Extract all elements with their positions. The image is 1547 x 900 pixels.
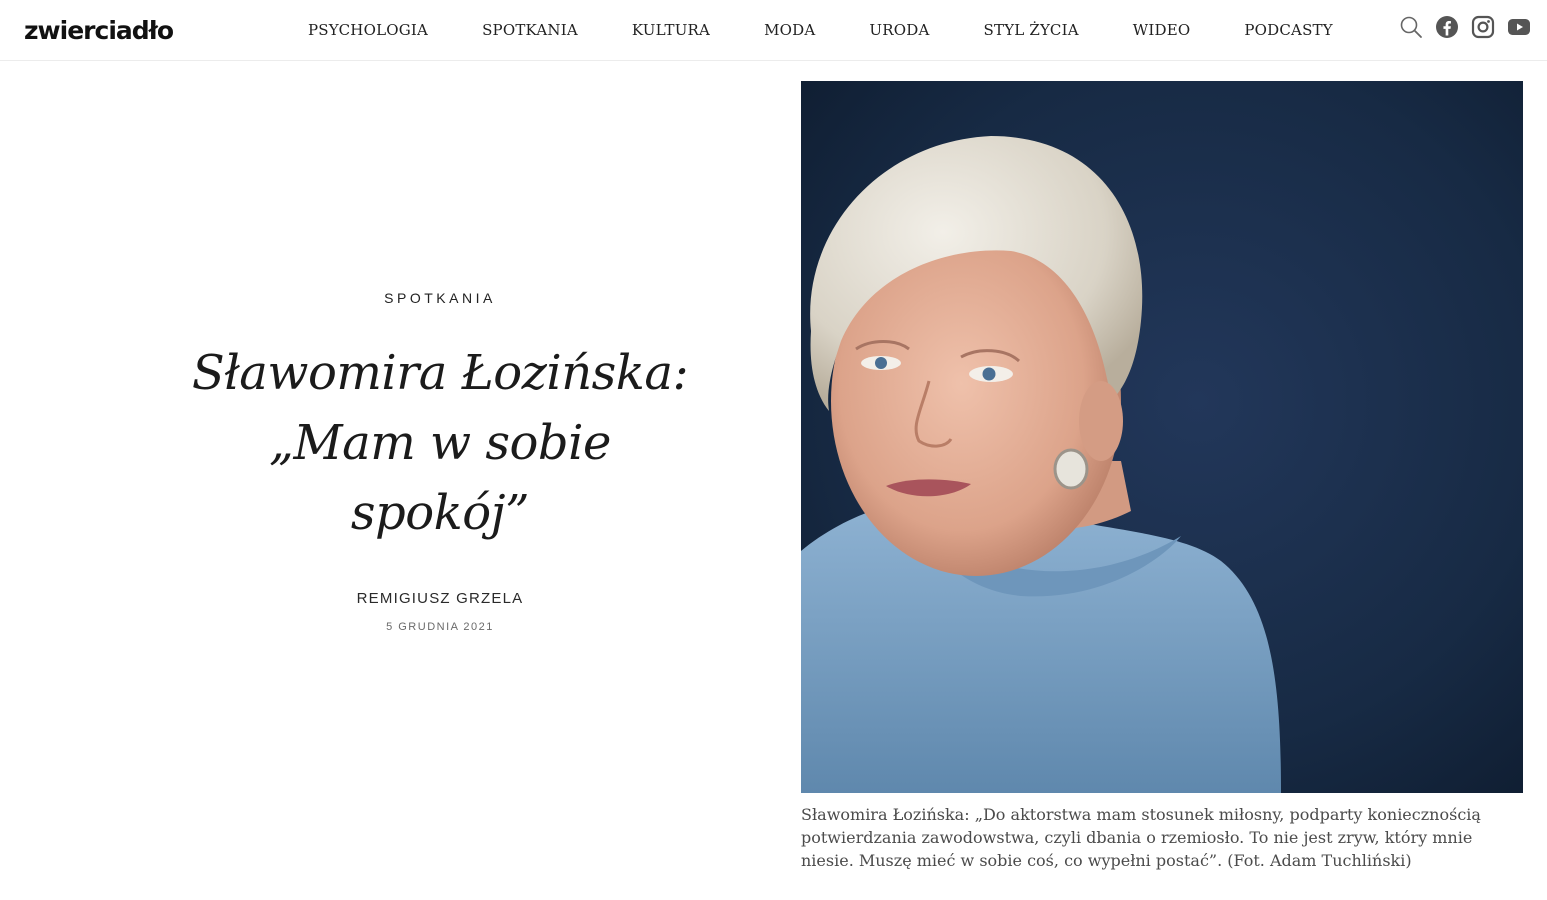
nav-item-styl-zycia[interactable]: STYL ŻYCIA <box>957 0 1106 61</box>
article-title: Sławomira Łozińska: „Mam w sobie spokój” <box>160 338 720 548</box>
nav-item-kultura[interactable]: KULTURA <box>605 0 737 61</box>
article-intro: SPOTKANIA Sławomira Łozińska: „Mam w sob… <box>160 270 720 633</box>
photo-caption: Sławomira Łozińska: „Do aktorstwa mam st… <box>801 805 1481 870</box>
site-header: zwierciadło PSYCHOLOGIA SPOTKANIA KULTUR… <box>0 0 1547 61</box>
site-logo[interactable]: zwierciadło <box>24 14 174 48</box>
youtube-icon[interactable] <box>1507 15 1531 39</box>
nav-item-uroda[interactable]: URODA <box>842 0 956 61</box>
article-title-line-2: „Mam w sobie <box>269 415 611 471</box>
facebook-icon[interactable] <box>1435 15 1459 39</box>
header-icons <box>1399 15 1531 39</box>
article-category[interactable]: SPOTKANIA <box>384 290 496 306</box>
instagram-icon[interactable] <box>1471 15 1495 39</box>
nav-item-psychologia[interactable]: PSYCHOLOGIA <box>281 0 455 61</box>
article-author[interactable]: REMIGIUSZ GRZELA <box>160 590 720 607</box>
portrait-illustration <box>801 81 1523 793</box>
nav-item-podcasty[interactable]: PODCASTY <box>1217 0 1360 61</box>
search-icon[interactable] <box>1399 15 1423 39</box>
nav-item-moda[interactable]: MODA <box>737 0 842 61</box>
hero-photo <box>801 81 1523 793</box>
article-title-line-3: spokój” <box>350 485 530 541</box>
nav-item-spotkania[interactable]: SPOTKANIA <box>455 0 605 61</box>
article-date: 5 GRUDNIA 2021 <box>386 621 494 633</box>
main-nav: PSYCHOLOGIA SPOTKANIA KULTURA MODA URODA… <box>281 0 1360 61</box>
nav-item-wideo[interactable]: WIDEO <box>1106 0 1218 61</box>
article-title-line-1: Sławomira Łozińska: <box>191 345 689 401</box>
